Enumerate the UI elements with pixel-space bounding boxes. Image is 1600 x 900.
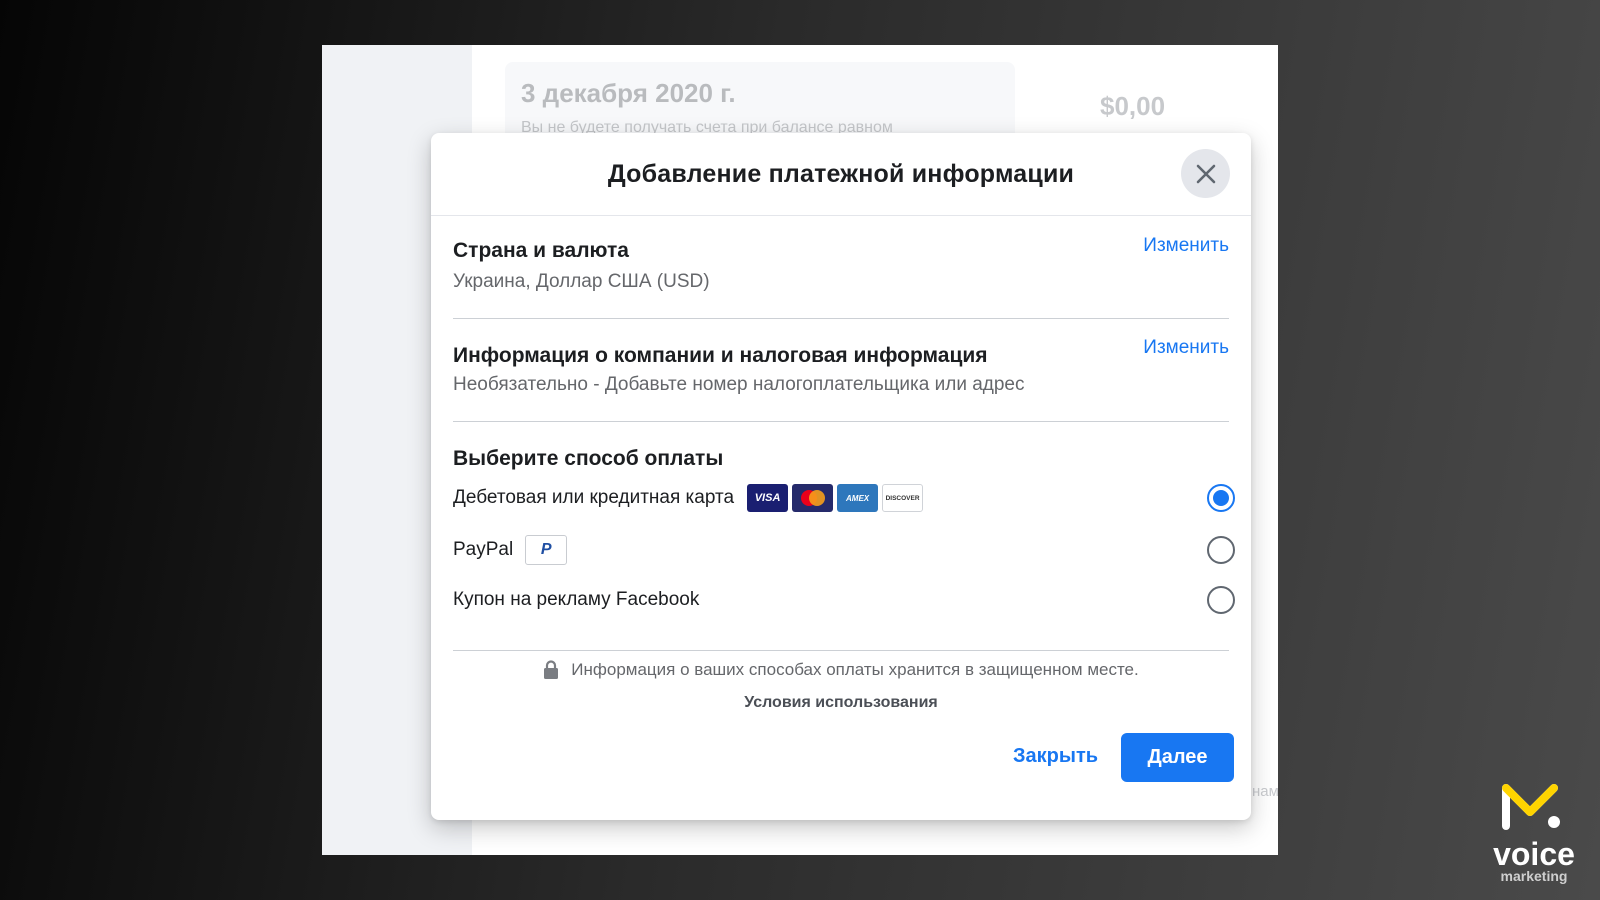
background-date: 3 декабря 2020 г. (521, 78, 736, 108)
secure-notice: Информация о ваших способах оплаты храни… (431, 660, 1251, 712)
brand-m-icon (1502, 784, 1560, 830)
background-amount: $0,00 (1100, 91, 1166, 121)
paypal-logo: P (525, 535, 568, 565)
payment-option-card[interactable]: Дебетовая или кредитная карта VISA AMEX … (453, 480, 1235, 516)
dialog-header: Добавление платежной информации (431, 133, 1251, 216)
visa-logo: VISA (747, 484, 789, 512)
lock-icon (544, 660, 559, 679)
radio-paypal[interactable] (1207, 536, 1235, 564)
mastercard-logo (792, 484, 834, 512)
app-screen: 3 декабря 2020 г. Вы не будете получать … (322, 45, 1278, 855)
brand-word: voice (1493, 836, 1575, 872)
payment-option-coupon[interactable]: Купон на рекламу Facebook (453, 582, 1235, 618)
payment-method-heading: Выберите способ оплаты (453, 447, 724, 470)
country-currency-section: Страна и валюта Украина, Доллар США (USD… (453, 216, 1229, 319)
amex-logo: AMEX (837, 484, 879, 512)
close-button[interactable] (1181, 149, 1230, 198)
payment-option-label: Купон на рекламу Facebook (453, 589, 700, 610)
country-currency-value: Украина, Доллар США (USD) (453, 271, 710, 292)
edit-business-link[interactable]: Изменить (1143, 337, 1229, 359)
secure-text: Информация о ваших способах оплаты храни… (571, 660, 1139, 679)
close-text-button[interactable]: Закрыть (1013, 745, 1098, 768)
card-logos: VISA AMEX DISCOVER (747, 484, 924, 512)
payment-option-label: Дебетовая или кредитная карта (453, 487, 735, 508)
voice-marketing-logo: voice marketing (1486, 782, 1582, 883)
edit-country-link[interactable]: Изменить (1143, 235, 1229, 257)
dialog-title: Добавление платежной информации (607, 159, 1075, 188)
terms-link[interactable]: Условия использования (431, 694, 1251, 712)
payment-option-paypal[interactable]: PayPal P (453, 532, 1235, 568)
radio-card[interactable] (1207, 484, 1235, 512)
mastercard-circles-icon (800, 490, 825, 506)
radio-coupon[interactable] (1207, 586, 1235, 614)
close-icon (1196, 164, 1215, 183)
payment-method-section: Выберите способ оплаты Дебетовая или кре… (453, 422, 1235, 651)
business-tax-title: Информация о компании и налоговая информ… (453, 344, 988, 367)
country-currency-title: Страна и валюта (453, 239, 629, 262)
payment-info-dialog: Добавление платежной информации Страна и… (431, 133, 1251, 820)
secure-line: Информация о ваших способах оплаты храни… (431, 660, 1251, 680)
business-tax-value: Необязательно - Добавьте номер налогопла… (453, 374, 1025, 395)
background-tail-text: нам (1252, 783, 1278, 800)
discover-logo: DISCOVER (882, 484, 924, 512)
next-button[interactable]: Далее (1121, 733, 1234, 782)
payment-option-label: PayPal (453, 539, 514, 560)
business-tax-section: Информация о компании и налоговая информ… (453, 319, 1229, 422)
